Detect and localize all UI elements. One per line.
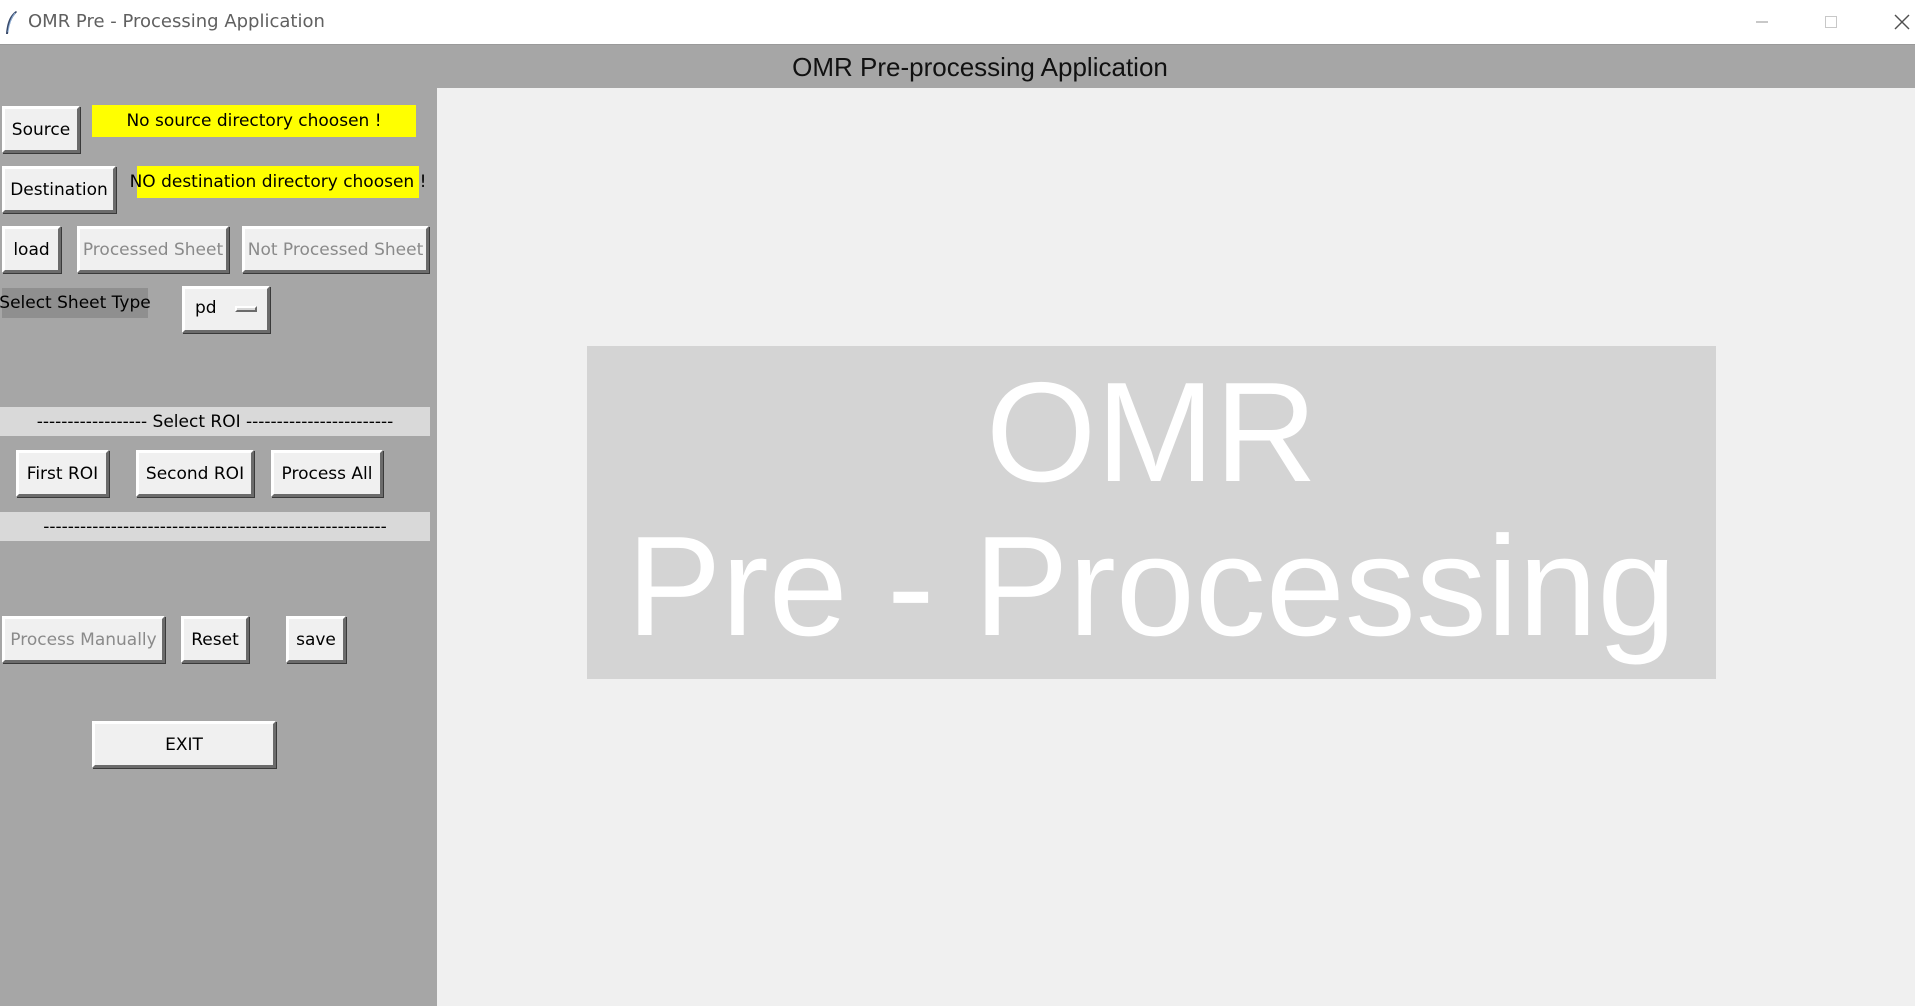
save-button[interactable]: save — [286, 616, 346, 663]
reset-button[interactable]: Reset — [181, 616, 249, 663]
feather-icon — [6, 11, 17, 34]
page-title: OMR Pre-processing Application — [792, 52, 1168, 82]
splash-subtitle: Pre - Processing — [626, 507, 1677, 666]
sidebar: Source No source directory choosen ! Des… — [0, 88, 437, 1006]
source-status-label: No source directory choosen ! — [92, 105, 416, 137]
processed-sheet-button[interactable]: Processed Sheet — [77, 226, 229, 273]
sheet-type-value: pd — [195, 298, 217, 318]
roi-separator: ------------------ Select ROI ----------… — [0, 407, 430, 436]
bottom-separator: ----------------------------------------… — [0, 512, 430, 541]
minimize-icon[interactable] — [1742, 8, 1782, 36]
window-titlebar: OMR Pre - Processing Application — [0, 0, 1915, 45]
window-title: OMR Pre - Processing Application — [28, 11, 325, 32]
dropdown-indicator-icon — [235, 306, 257, 312]
sheet-type-label: Select Sheet Type — [0, 288, 151, 318]
sheet-type-dropdown[interactable]: pd — [182, 286, 270, 333]
first-roi-button[interactable]: First ROI — [16, 450, 109, 497]
destination-status-label: NO destination directory choosen ! — [130, 166, 426, 198]
load-button[interactable]: load — [2, 226, 61, 273]
splash-image: OMR Pre - Processing — [587, 346, 1716, 679]
source-button[interactable]: Source — [2, 106, 80, 153]
second-roi-button[interactable]: Second ROI — [136, 450, 254, 497]
close-icon[interactable] — [1882, 8, 1915, 36]
header-bar: OMR Pre-processing Application — [0, 45, 1915, 88]
process-manually-button[interactable]: Process Manually — [2, 616, 165, 663]
exit-button[interactable]: EXIT — [92, 721, 276, 768]
maximize-icon[interactable] — [1811, 8, 1851, 36]
destination-button[interactable]: Destination — [2, 166, 116, 213]
image-canvas: OMR Pre - Processing — [437, 88, 1915, 1006]
process-all-button[interactable]: Process All — [271, 450, 383, 497]
splash-title: OMR — [985, 353, 1318, 512]
not-processed-sheet-button[interactable]: Not Processed Sheet — [242, 226, 429, 273]
